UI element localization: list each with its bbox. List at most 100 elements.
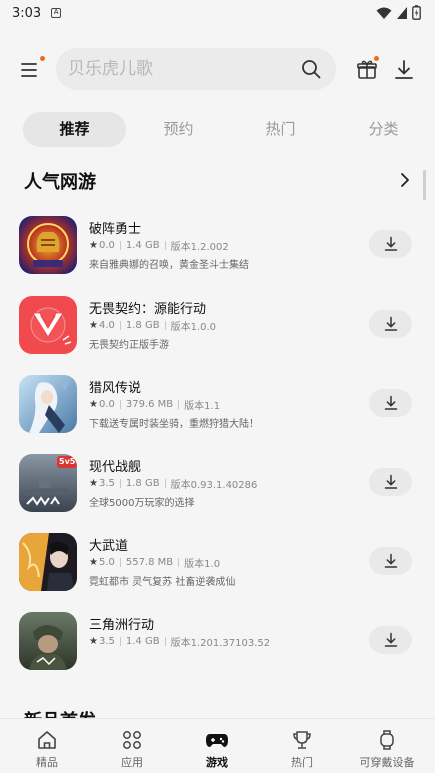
list-item[interactable]: 破阵勇士 ★ 0.0 1.4 GB 版本1.2.002 来自雅典娜的召唤，黄金圣斗士集… [0,216,435,286]
download-button[interactable] [369,310,412,338]
status-time: 3:03 [12,5,42,21]
nav-label: 可穿戴设备 [359,756,415,769]
game-meta: ★ 4.0 1.8 GB 版本1.0.0 [89,318,216,333]
game-rating: 3.5 [98,636,115,647]
game-description: 无畏契约正版手游 [89,340,169,351]
status-icons [376,5,421,20]
game-version: 版本1.0 [184,559,221,570]
nav-item-games[interactable]: 游戏 [177,729,257,773]
download-icon [384,474,397,489]
menu-icon[interactable] [18,58,42,82]
game-rating: 0.0 [98,240,115,251]
nav-item-hot[interactable]: 热门 [262,729,342,773]
game-size: 1.8 GB [125,478,160,489]
tab-category[interactable]: 分类 [332,112,435,147]
game-rating: 4.0 [98,320,115,331]
game-name: 无畏契约：源能行动 [89,302,207,317]
download-icon [384,553,397,568]
list-item[interactable]: 无畏契约：源能行动 ★ 4.0 1.8 GB 版本1.0.0 无畏契约正版手游 [0,296,435,366]
game-size: 1.4 GB [125,240,160,251]
game-meta: ★ 3.5 1.4 GB 版本1.201.37103.52 [89,634,270,649]
game-meta: ★ 0.0 379.6 MB 版本1.1 [89,397,220,412]
chevron-right-icon[interactable] [396,171,414,189]
poze-icon [19,216,77,274]
list-item[interactable]: 大武道 ★ 5.0 557.8 MB 版本1.0 霓虹都市 灵气复苏 社畜逆袭成仙 [0,533,435,603]
star-icon: ★ [89,557,98,568]
game-meta: ★ 5.0 557.8 MB 版本1.0 [89,555,220,570]
game-version: 版本1.2.002 [170,242,229,253]
list-item[interactable]: 三角洲行动 ★ 3.5 1.4 GB 版本1.201.37103.52 [0,612,435,682]
download-icon [384,316,397,331]
game-rating: 3.5 [98,478,115,489]
game-name: 大武道 [89,539,129,554]
valorant-icon [19,296,77,354]
download-button[interactable] [369,230,412,258]
game-description: 霓虹都市 灵气复苏 社畜逆袭成仙 [89,577,236,588]
star-icon: ★ [89,240,98,251]
download-manager-icon[interactable] [392,58,416,82]
game-name: 三角洲行动 [89,618,155,633]
list-item[interactable]: 猎风传说 ★ 0.0 379.6 MB 版本1.1 下载送专属时装坐骑，重燃狩猎大陆！ [0,375,435,445]
notification-icon: A [51,8,62,18]
game-meta: ★ 3.5 1.8 GB 版本0.93.1.40286 [89,476,257,491]
nav-label: 精品 [36,756,58,769]
section-header[interactable]: 人气网游 [24,168,414,194]
download-icon [384,395,397,410]
nav-label: 游戏 [206,756,228,769]
battery-icon [412,5,421,20]
game-meta: ★ 0.0 1.4 GB 版本1.2.002 [89,238,229,253]
game-description: 来自雅典娜的召唤，黄金圣斗士集结 [89,260,249,271]
tab-hot[interactable]: 热门 [229,112,332,147]
search-row [0,48,435,92]
bottom-nav: 精品 应用 游戏 热门 可穿戴设备 [0,718,435,773]
menu-notification-dot [40,56,45,61]
delta-force-icon [19,612,77,670]
game-name: 猎风传说 [89,381,142,396]
game-version: 版本1.1 [184,401,221,412]
download-button[interactable] [369,468,412,496]
wifi-icon [376,7,392,19]
game-rating: 5.0 [98,557,115,568]
game-size: 557.8 MB [125,557,174,568]
tab-recommend[interactable]: 推荐 [23,112,126,147]
game-size: 379.6 MB [125,399,174,410]
search-box[interactable] [56,48,336,90]
download-icon [384,236,397,251]
nav-item-wearables[interactable]: 可穿戴设备 [347,729,427,773]
scrollbar-thumb[interactable] [423,170,426,200]
star-icon: ★ [89,478,98,489]
nav-item-featured[interactable]: 精品 [7,729,87,773]
star-icon: ★ [89,399,98,410]
signal-icon [397,6,407,19]
gamepad-icon [206,734,228,747]
status-bar: 3:03 A [0,0,435,26]
section-title: 人气网游 [24,172,96,193]
nav-label: 热门 [291,756,313,769]
game-name: 现代战舰 [89,460,142,475]
search-icon[interactable] [300,58,322,80]
tab-reserve[interactable]: 预约 [127,112,230,147]
home-icon [38,731,56,749]
game-version: 版本1.201.37103.52 [170,638,271,649]
watch-icon [380,730,394,750]
liefeng-icon [19,375,77,433]
game-rating: 0.0 [98,399,115,410]
dawudao-icon [19,533,77,591]
apps-icon [123,731,141,749]
gift-icon[interactable] [355,58,379,82]
download-button[interactable] [369,389,412,417]
nav-item-apps[interactable]: 应用 [92,729,172,773]
list-item[interactable]: 5v5 现代战舰 ★ 3.5 1.8 GB 版本0.93.1.40286 全球5000… [0,454,435,524]
game-badge: 5v5 [59,457,76,466]
download-button[interactable] [369,626,412,654]
star-icon: ★ [89,320,98,331]
game-description: 全球5000万玩家的选择 [89,498,195,509]
game-size: 1.4 GB [125,636,160,647]
game-name: 破阵勇士 [89,222,142,237]
game-version: 版本0.93.1.40286 [170,480,258,491]
search-input[interactable] [68,48,288,90]
star-icon: ★ [89,636,98,647]
download-button[interactable] [369,547,412,575]
game-description: 下载送专属时装坐骑，重燃狩猎大陆！ [89,419,259,430]
category-tabs: 推荐 预约 热门 分类 [0,112,435,148]
